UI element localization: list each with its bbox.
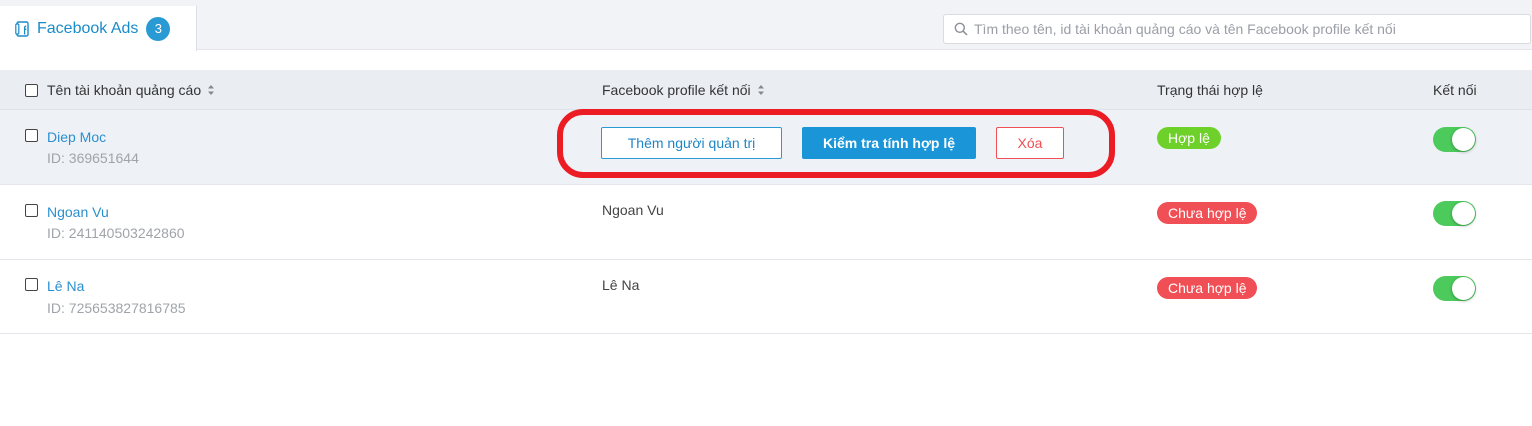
tab-label: Facebook Ads: [37, 19, 139, 37]
column-status-label: Trạng thái hợp lệ: [1157, 82, 1263, 98]
toggle-knob: [1452, 128, 1475, 151]
column-status: Trạng thái hợp lệ: [1157, 70, 1263, 110]
connect-toggle[interactable]: [1433, 127, 1476, 152]
account-name-link[interactable]: Diep Moc: [47, 129, 106, 145]
search-icon: [954, 22, 968, 36]
status-badge: Chưa hợp lệ: [1157, 277, 1258, 299]
table-row[interactable]: Lê Na ID: 725653827816785 Lê Na Chưa hợp…: [0, 260, 1532, 334]
account-name-link[interactable]: Lê Na: [47, 278, 84, 294]
account-id: ID: 725653827816785: [47, 300, 186, 316]
table-row[interactable]: Ngoan Vu ID: 241140503242860 Ngoan Vu Ch…: [0, 185, 1532, 260]
status-badge: Chưa hợp lệ: [1157, 202, 1258, 224]
tab-count-badge: 3: [146, 16, 171, 41]
status-badge: Hợp lệ: [1157, 127, 1221, 149]
search-box: [943, 14, 1531, 44]
column-account[interactable]: Tên tài khoản quảng cáo: [47, 70, 215, 110]
select-all-cell: [25, 70, 38, 110]
row-checkbox[interactable]: [25, 129, 38, 142]
account-id: ID: 241140503242860: [47, 225, 185, 241]
sort-icon[interactable]: [757, 84, 765, 96]
top-bar: Facebook Ads 3: [0, 0, 1532, 51]
account-id: ID: 369651644: [47, 150, 139, 166]
tab-facebook-ads[interactable]: Facebook Ads 3: [0, 6, 197, 51]
profile-name: Ngoan Vu: [602, 202, 664, 218]
delete-button[interactable]: Xóa: [996, 127, 1064, 159]
sort-icon[interactable]: [207, 84, 215, 96]
column-account-label: Tên tài khoản quảng cáo: [47, 82, 202, 98]
add-admin-button[interactable]: Thêm người quản trị: [601, 127, 782, 159]
account-name-link[interactable]: Ngoan Vu: [47, 204, 109, 220]
select-all-checkbox[interactable]: [25, 83, 38, 97]
column-profile-label: Facebook profile kết nối: [602, 82, 751, 98]
row-checkbox[interactable]: [25, 204, 38, 217]
check-validity-button[interactable]: Kiểm tra tính hợp lệ: [802, 127, 976, 159]
row-checkbox[interactable]: [25, 278, 38, 291]
facebook-page-icon: [15, 20, 31, 37]
connect-toggle[interactable]: [1433, 276, 1476, 301]
column-connect: Kết nối: [1433, 70, 1477, 110]
profile-name: Lê Na: [602, 277, 640, 293]
search-input[interactable]: [974, 21, 1514, 37]
column-profile[interactable]: Facebook profile kết nối: [602, 70, 765, 110]
table-header: Tên tài khoản quảng cáo Facebook profile…: [0, 70, 1532, 110]
toggle-knob: [1452, 202, 1475, 225]
column-connect-label: Kết nối: [1433, 82, 1477, 98]
connect-toggle[interactable]: [1433, 201, 1476, 226]
toggle-knob: [1452, 277, 1475, 300]
